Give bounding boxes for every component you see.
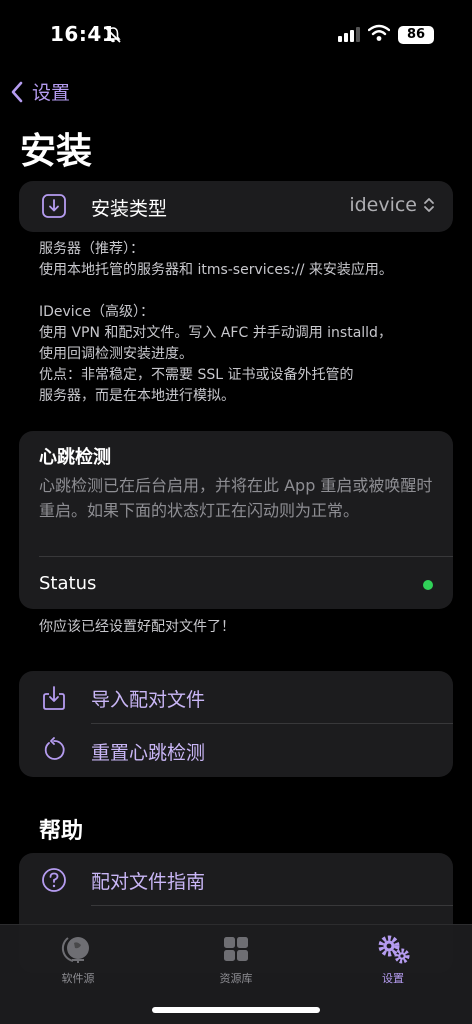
- install-type-value: idevice: [349, 194, 417, 216]
- globe-icon: [61, 937, 89, 963]
- cellular-signal-icon: [338, 27, 360, 42]
- reset-arrow-icon: [44, 737, 65, 760]
- chevron-up-down-icon: [424, 198, 434, 212]
- bell-muted-icon: [105, 27, 121, 43]
- battery-indicator: 86: [398, 26, 434, 44]
- divider: [91, 723, 453, 724]
- divider: [91, 905, 453, 906]
- install-type-label: 安装类型: [91, 198, 168, 220]
- install-type-picker[interactable]: idevice: [349, 194, 435, 216]
- reset-heartbeat-label: 重置心跳检测: [91, 742, 206, 764]
- heartbeat-card: 心跳检测 心跳检测已在后台启用，并将在此 App 重启或被唤醒时重启。如果下面的…: [19, 431, 453, 609]
- heartbeat-description: 心跳检测已在后台启用，并将在此 App 重启或被唤醒时重启。如果下面的状态灯正在…: [39, 476, 433, 520]
- actions-card: 导入配对文件 重置心跳检测: [19, 671, 453, 777]
- install-type-row[interactable]: 安装类型 idevice: [19, 181, 453, 232]
- status-bar: 16:41 86: [0, 0, 472, 60]
- back-label: 设置: [32, 82, 71, 104]
- help-section-header: 帮助: [39, 819, 84, 844]
- install-type-footnote: 服务器（推荐）： 使用本地托管的服务器和 itms-services:// 来安…: [39, 241, 393, 404]
- wifi-icon: [368, 24, 390, 41]
- heartbeat-title: 心跳检测: [39, 447, 111, 468]
- pairing-guide-label: 配对文件指南: [91, 871, 206, 893]
- home-indicator: [152, 1007, 320, 1013]
- tab-sources[interactable]: 软件源: [23, 933, 133, 986]
- heartbeat-status-label: Status: [39, 573, 97, 594]
- tab-settings[interactable]: 设置: [338, 933, 448, 986]
- import-pairing-label: 导入配对文件: [91, 689, 206, 711]
- tab-library-label: 资源库: [219, 972, 253, 985]
- download-icon: [42, 194, 66, 218]
- back-button[interactable]: 设置: [10, 78, 70, 105]
- status-indicator-dot: [423, 580, 433, 590]
- divider: [39, 556, 453, 557]
- page-title: 安装: [20, 131, 93, 172]
- question-circle-icon: [42, 868, 66, 892]
- gears-icon: [378, 935, 410, 964]
- pairing-note: 你应该已经设置好配对文件了！: [39, 619, 235, 635]
- tab-sources-label: 软件源: [61, 972, 95, 985]
- chevron-left-icon: [11, 81, 23, 102]
- import-icon: [43, 686, 65, 710]
- tab-settings-label: 设置: [382, 972, 404, 985]
- tab-library[interactable]: 资源库: [181, 933, 291, 986]
- grid-icon: [224, 937, 248, 961]
